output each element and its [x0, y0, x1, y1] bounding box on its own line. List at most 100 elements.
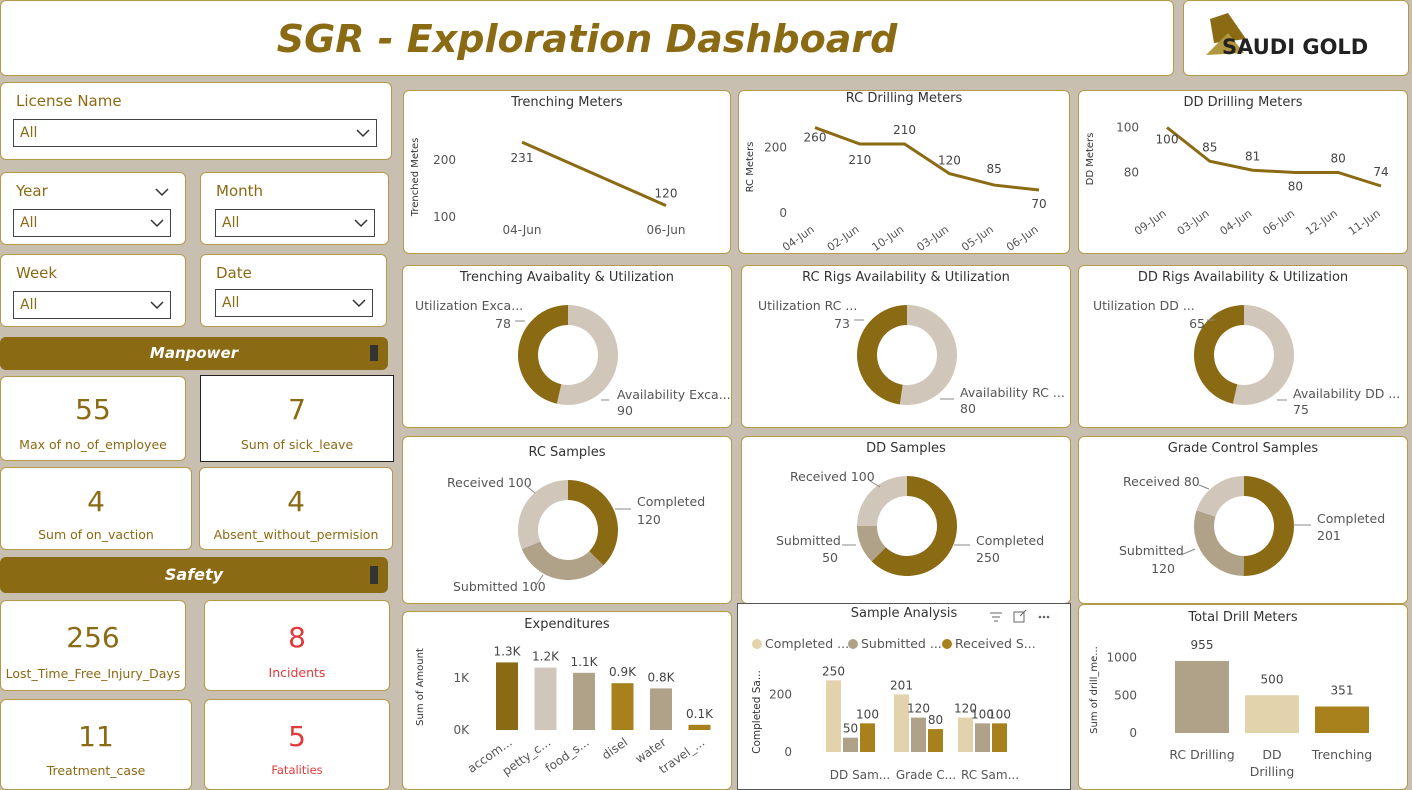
- x-tick-label: 02-Jun: [825, 223, 862, 254]
- data-label: 0.9K: [609, 665, 637, 679]
- y-tick-label: 100: [1116, 121, 1139, 135]
- slice-label: Received 100: [447, 475, 532, 490]
- x-tick-label: 10-Jun: [870, 223, 907, 254]
- week-filter: Week All: [0, 254, 186, 327]
- safety-title: Safety: [164, 565, 224, 584]
- x-tick-label: DD: [1262, 747, 1281, 762]
- grade-control-samples-chart[interactable]: Grade Control Samples Completed 201 Submit…: [1078, 436, 1408, 604]
- dd-line-svg: DD Meters10080100858180807409-Jun 03-Jun 0…: [1085, 121, 1389, 238]
- bar: [534, 667, 557, 730]
- y-tick-label: 1K: [453, 671, 470, 685]
- year-filter: Year All: [0, 172, 186, 245]
- kpi-label: Fatalities: [271, 763, 323, 777]
- collapse-icon[interactable]: [370, 345, 378, 361]
- slice-value: 65: [1189, 316, 1205, 331]
- data-label: 74: [1373, 165, 1388, 179]
- date-select[interactable]: All: [215, 289, 373, 317]
- slice-label: Availability RC ...: [960, 385, 1065, 400]
- month-select[interactable]: All: [215, 209, 375, 237]
- bar: [1175, 660, 1229, 733]
- data-label: 210: [848, 153, 871, 167]
- kpi-value: 4: [87, 485, 105, 518]
- sample-analysis-bar-svg: Completed ... Submitted ... Received S... C…: [751, 636, 1036, 782]
- x-tick-label: 04-Jun: [1218, 207, 1255, 238]
- trenching-availability-chart[interactable]: Trenching Avaibality & Utilization Avail…: [402, 265, 732, 428]
- x-tick-label: 09-Jun: [1132, 207, 1169, 238]
- x-tick-label: 03-Jun: [1175, 207, 1212, 238]
- slice-label: Completed: [637, 494, 705, 509]
- series-line: [1166, 126, 1382, 188]
- rc-rigs-availability-chart[interactable]: RC Rigs Availability & Utilization Avail…: [741, 265, 1071, 428]
- trenching-donut-svg: Availability Exca...90 Utilization Exca..…: [415, 298, 731, 418]
- data-label: 100: [1156, 133, 1179, 147]
- x-tick-label: 06-Jun: [1004, 223, 1041, 254]
- donut-slice: [1196, 476, 1244, 517]
- y-tick-label: 200: [433, 153, 456, 167]
- data-label: 100: [988, 707, 1011, 721]
- y-tick-label: 0: [1129, 726, 1137, 740]
- rc-drilling-meters-chart[interactable]: RC Drilling Meters RC Meters 200 0 260 210 21…: [738, 90, 1070, 254]
- slice-value: 78: [495, 316, 511, 331]
- trenching-meters-chart[interactable]: Trenching Meters Trenched Metes 200 100 231…: [403, 90, 731, 254]
- kpi-card-treatment: 11 Treatment_case: [0, 699, 192, 790]
- kpi-label: Treatment_case: [46, 763, 146, 778]
- sample-analysis-chart[interactable]: Sample Analysis Completed ... Submitted .…: [737, 603, 1071, 790]
- month-filter: Month All: [200, 172, 389, 245]
- slice-label: Utilization Exca...: [415, 298, 523, 313]
- license-select[interactable]: All: [13, 119, 377, 147]
- week-select[interactable]: All: [13, 291, 171, 319]
- legend-label: Received S...: [955, 636, 1036, 651]
- data-label: 70: [1031, 197, 1046, 211]
- y-axis-title: Sum of Amount: [415, 648, 426, 726]
- y-axis-title: Completed Sa...: [751, 670, 763, 754]
- slice-label: Received 80: [1123, 474, 1200, 489]
- kpi-card-incidents: 8 Incidents: [204, 600, 390, 691]
- slice-label: Submitted: [776, 533, 841, 548]
- total-drill-meters-chart[interactable]: Total Drill Meters Sum of drill_me... 100…: [1078, 604, 1408, 790]
- data-label: 85: [1202, 140, 1217, 154]
- collapse-icon[interactable]: [370, 566, 378, 584]
- y-tick-label: 100: [433, 210, 456, 224]
- dd-drilling-meters-chart[interactable]: DD Drilling Meters DD Meters 100 80 100 85 81…: [1078, 90, 1408, 254]
- rc-line-svg: RC Meters 200 0 260 210 210 120 85 70 04-Jun 02-Ju…: [745, 123, 1047, 254]
- slice-value: 250: [976, 550, 1000, 565]
- slice-value: 120: [1151, 561, 1175, 576]
- series-line: [521, 140, 667, 207]
- data-label: 120: [907, 702, 930, 716]
- bar: [611, 683, 634, 730]
- safety-header[interactable]: Safety: [0, 557, 388, 593]
- data-label: 955: [1191, 638, 1214, 652]
- year-select[interactable]: All: [13, 209, 171, 237]
- rc-samples-chart[interactable]: RC Samples Completed 120 Submitted 100 Rece…: [402, 436, 732, 604]
- data-label: 0.8K: [648, 670, 676, 684]
- slice-label: Submitted 100: [453, 579, 546, 594]
- total-drill-bar-svg: Sum of drill_me... 1000 500 0 955 500 351 RC Dr…: [1089, 638, 1372, 779]
- bar: [573, 672, 595, 730]
- bar: [860, 723, 875, 752]
- chevron-down-icon[interactable]: [155, 185, 169, 199]
- chevron-down-icon: [354, 219, 368, 228]
- manpower-title: Manpower: [149, 344, 239, 362]
- kpi-value: 256: [66, 621, 120, 654]
- slice-label: Received 100: [790, 469, 875, 484]
- dd-samples-chart[interactable]: DD Samples Completed 250 Submitted 50 Receiv…: [741, 436, 1071, 604]
- x-tick-label: Grade C...: [896, 768, 956, 782]
- kpi-card-sick-leave[interactable]: 7 Sum of sick_leave: [200, 375, 394, 462]
- legend-label: Submitted ...: [861, 636, 942, 651]
- expenditures-chart[interactable]: Expenditures Sum of Amount 1K 0K 1.3K accom.…: [402, 611, 732, 790]
- slice-label: Submitted: [1119, 543, 1184, 558]
- y-tick-label: 200: [764, 140, 787, 154]
- dd-samples-donut-svg: Completed 250 Submitted 50 Received 100: [776, 469, 1044, 576]
- kpi-label: Absent_without_permision: [213, 527, 379, 542]
- data-label: 231: [511, 151, 534, 165]
- dd-rigs-availability-chart[interactable]: DD Rigs Availability & Utilization Avail…: [1078, 265, 1408, 428]
- manpower-header[interactable]: Manpower: [0, 337, 388, 370]
- donut-slice: [568, 480, 618, 566]
- slice-label: Availability DD ...: [1293, 386, 1400, 401]
- slice-value: 90: [617, 403, 633, 418]
- license-label: License Name: [16, 92, 122, 110]
- expenditures-bar-svg: Sum of Amount 1K0K1.3Kaccom...1.2Kpetty_c…: [415, 644, 714, 778]
- x-tick-label: RC Drilling: [1169, 747, 1234, 762]
- chevron-down-icon: [150, 301, 164, 310]
- x-tick-label: 04-Jun: [780, 223, 817, 254]
